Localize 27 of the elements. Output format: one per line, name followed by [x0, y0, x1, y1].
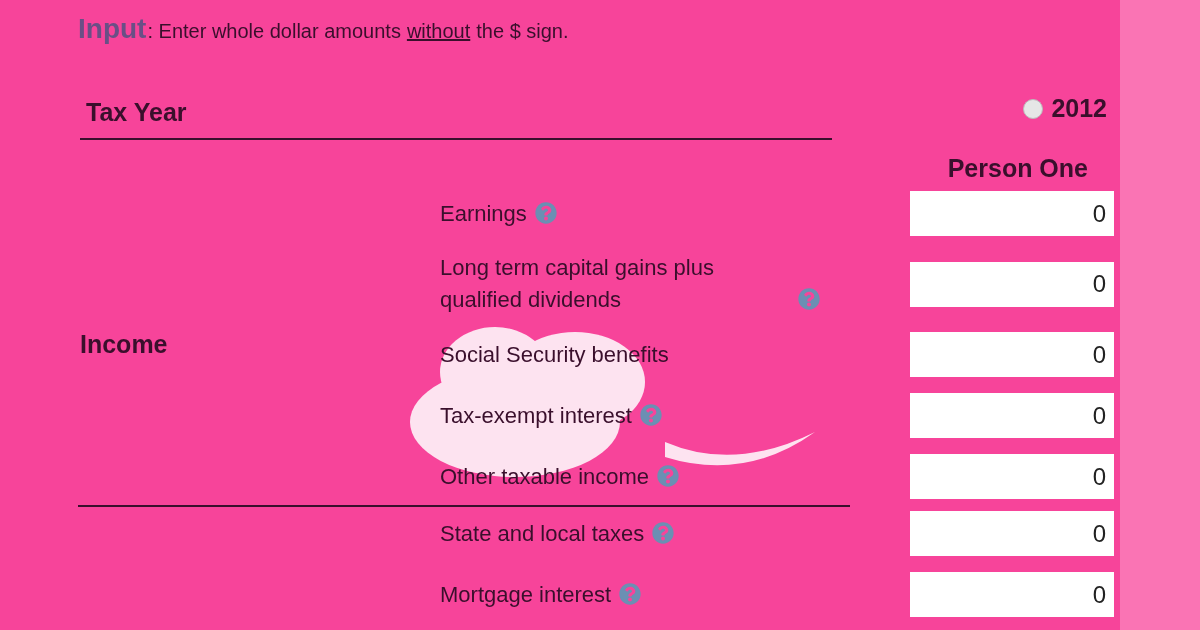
input-heading: Input: [78, 12, 147, 46]
help-icon[interactable]: [534, 201, 557, 224]
field-label: Earnings: [440, 199, 527, 228]
column-heading: Person One: [947, 152, 1088, 184]
help-icon[interactable]: [639, 403, 662, 426]
amount-field[interactable]: 0: [910, 191, 1114, 236]
field-label: Mortgage interest: [440, 580, 612, 609]
amount-field[interactable]: 0: [910, 393, 1114, 438]
amount-field[interactable]: 0: [910, 454, 1114, 499]
year-radio[interactable]: [1023, 98, 1044, 119]
help-icon[interactable]: [619, 582, 642, 605]
section-label: Income: [80, 329, 168, 361]
instruction-text: the $ sign.: [476, 19, 569, 44]
help-icon[interactable]: [652, 521, 675, 544]
field-label: Tax-exempt interest: [440, 401, 632, 430]
instruction-text: : Enter whole dollar amounts: [147, 19, 401, 44]
year-label: 2012: [1051, 93, 1107, 124]
amount-field[interactable]: 0: [910, 332, 1114, 377]
tax-year-label: Tax Year: [86, 98, 187, 126]
amount-field[interactable]: 0: [910, 572, 1114, 617]
emphasis-text: without: [406, 19, 471, 44]
amount-field[interactable]: 0: [910, 261, 1114, 307]
field-label: Long term capital gains plus qualified dividends: [440, 254, 715, 314]
help-icon[interactable]: [798, 288, 820, 310]
field-label: State and local taxes: [440, 519, 645, 548]
help-icon[interactable]: [657, 464, 680, 487]
amount-field[interactable]: 0: [910, 511, 1114, 556]
